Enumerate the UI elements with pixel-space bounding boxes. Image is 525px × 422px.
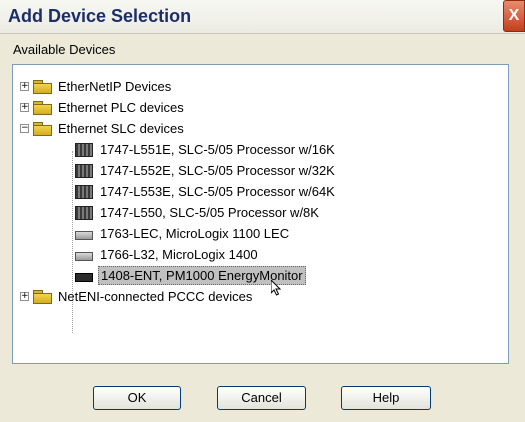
expand-icon[interactable]: + xyxy=(20,292,29,301)
device-label: 1747-L553E, SLC-5/05 Processor w/64K xyxy=(100,184,335,199)
energy-monitor-icon xyxy=(75,272,93,282)
expand-icon[interactable]: + xyxy=(20,82,29,91)
device-label: 1766-L32, MicroLogix 1400 xyxy=(100,247,258,262)
tree-device-item[interactable]: 1766-L32, MicroLogix 1400 xyxy=(75,245,260,264)
module-icon xyxy=(75,230,93,240)
title-bar: Add Device Selection X xyxy=(0,0,525,34)
tree-category-ethernet-plc[interactable]: + Ethernet PLC devices xyxy=(20,98,186,117)
processor-icon xyxy=(75,184,93,199)
tree-device-item[interactable]: 1763-LEC, MicroLogix 1100 LEC xyxy=(75,224,291,243)
tree-device-item[interactable]: 1747-L552E, SLC-5/05 Processor w/32K xyxy=(75,161,337,180)
ok-button[interactable]: OK xyxy=(93,386,181,410)
folder-icon xyxy=(33,101,52,115)
folder-icon xyxy=(33,80,52,94)
tree-device-item[interactable]: 1747-L551E, SLC-5/05 Processor w/16K xyxy=(75,140,337,159)
device-label: 1763-LEC, MicroLogix 1100 LEC xyxy=(100,226,290,241)
tree-device-item[interactable]: 1747-L553E, SLC-5/05 Processor w/64K xyxy=(75,182,337,201)
device-label: 1747-L551E, SLC-5/05 Processor w/16K xyxy=(100,142,335,157)
folder-icon xyxy=(33,122,52,136)
module-icon xyxy=(75,251,93,261)
category-label: NetENI-connected PCCC devices xyxy=(58,289,253,304)
folder-icon xyxy=(33,290,52,304)
help-button[interactable]: Help xyxy=(341,386,431,410)
collapse-icon[interactable]: − xyxy=(20,124,29,133)
tree-category-ethernetip[interactable]: + EtherNetIP Devices xyxy=(20,77,173,96)
device-label: 1747-L550, SLC-5/05 Processor w/8K xyxy=(100,205,319,220)
processor-icon xyxy=(75,142,93,157)
tree-device-item[interactable]: 1747-L550, SLC-5/05 Processor w/8K xyxy=(75,203,321,222)
device-tree[interactable]: + EtherNetIP Devices + Ethernet PLC devi… xyxy=(12,64,509,364)
category-label: Ethernet SLC devices xyxy=(58,121,184,136)
available-devices-label: Available Devices xyxy=(13,42,116,57)
processor-icon xyxy=(75,163,93,178)
close-button[interactable]: X xyxy=(503,0,525,32)
cancel-button[interactable]: Cancel xyxy=(217,386,306,410)
mouse-cursor-icon xyxy=(271,280,281,296)
processor-icon xyxy=(75,205,93,220)
expand-icon[interactable]: + xyxy=(20,103,29,112)
tree-category-neteni[interactable]: + NetENI-connected PCCC devices xyxy=(20,287,254,306)
device-label: 1747-L552E, SLC-5/05 Processor w/32K xyxy=(100,163,335,178)
category-label: Ethernet PLC devices xyxy=(58,100,184,115)
category-label: EtherNetIP Devices xyxy=(58,79,172,94)
tree-category-ethernet-slc[interactable]: − Ethernet SLC devices xyxy=(20,119,186,138)
window-title: Add Device Selection xyxy=(8,6,192,26)
